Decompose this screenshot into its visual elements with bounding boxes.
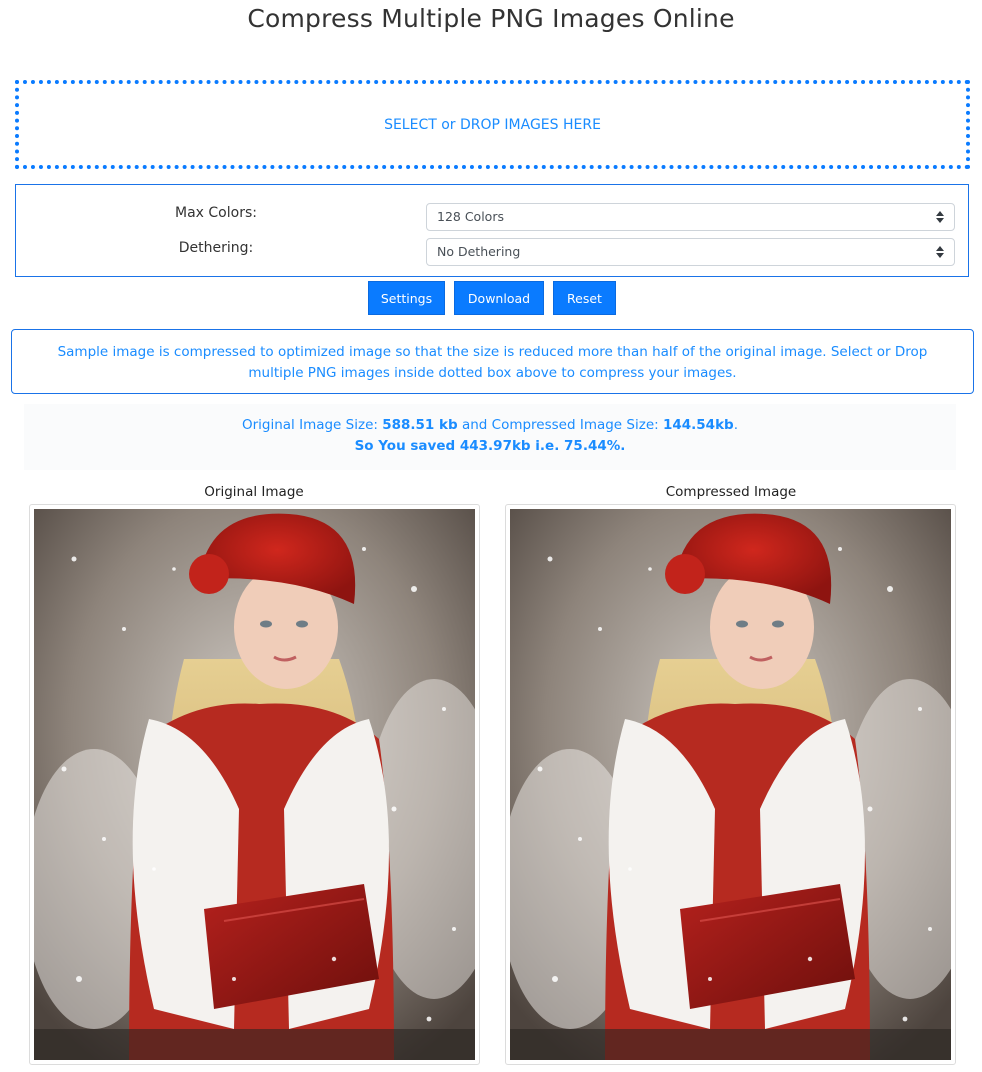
info-text: Sample image is compressed to optimized … [57, 344, 928, 381]
savings-line: So You saved 443.97kb i.e. 75.44%. [354, 438, 626, 454]
image-drop-zone[interactable]: SELECT or DROP IMAGES HERE [15, 80, 970, 169]
settings-panel: Max Colors: 128 Colors Dethering: No Det… [15, 184, 969, 277]
original-size-value: 588.51 kb [382, 417, 458, 433]
compressed-size-suffix: . [733, 417, 739, 433]
original-photo [34, 509, 475, 1060]
updown-caret-icon [936, 244, 944, 260]
compressed-image-title: Compressed Image [665, 484, 797, 500]
info-message: Sample image is compressed to optimized … [11, 329, 974, 394]
page-title: Compress Multiple PNG Images Online [247, 4, 735, 33]
max-colors-value: 128 Colors [437, 209, 504, 224]
settings-button[interactable]: Settings [368, 281, 445, 315]
original-size-prefix: Original Image Size: [241, 417, 383, 433]
compression-stats: Original Image Size: 588.51 kb and Compr… [24, 404, 956, 470]
dithering-value: No Dethering [437, 244, 521, 259]
dithering-label: Dethering: [178, 240, 254, 256]
drop-zone-label: SELECT or DROP IMAGES HERE [384, 116, 601, 133]
max-colors-select[interactable]: 128 Colors [426, 203, 955, 231]
size-line: Original Image Size: 588.51 kb and Compr… [24, 415, 956, 436]
original-image-title: Original Image [204, 484, 304, 500]
updown-caret-icon [936, 209, 944, 225]
compressed-photo [510, 509, 951, 1060]
compressed-size-value: 144.54kb [662, 417, 734, 433]
download-button[interactable]: Download [454, 281, 544, 315]
original-image [29, 504, 480, 1065]
compressed-image [505, 504, 956, 1065]
max-colors-label: Max Colors: [175, 205, 257, 221]
dithering-select[interactable]: No Dethering [426, 238, 955, 266]
compressed-size-prefix: and Compressed Image Size: [457, 417, 663, 433]
reset-button[interactable]: Reset [553, 281, 616, 315]
